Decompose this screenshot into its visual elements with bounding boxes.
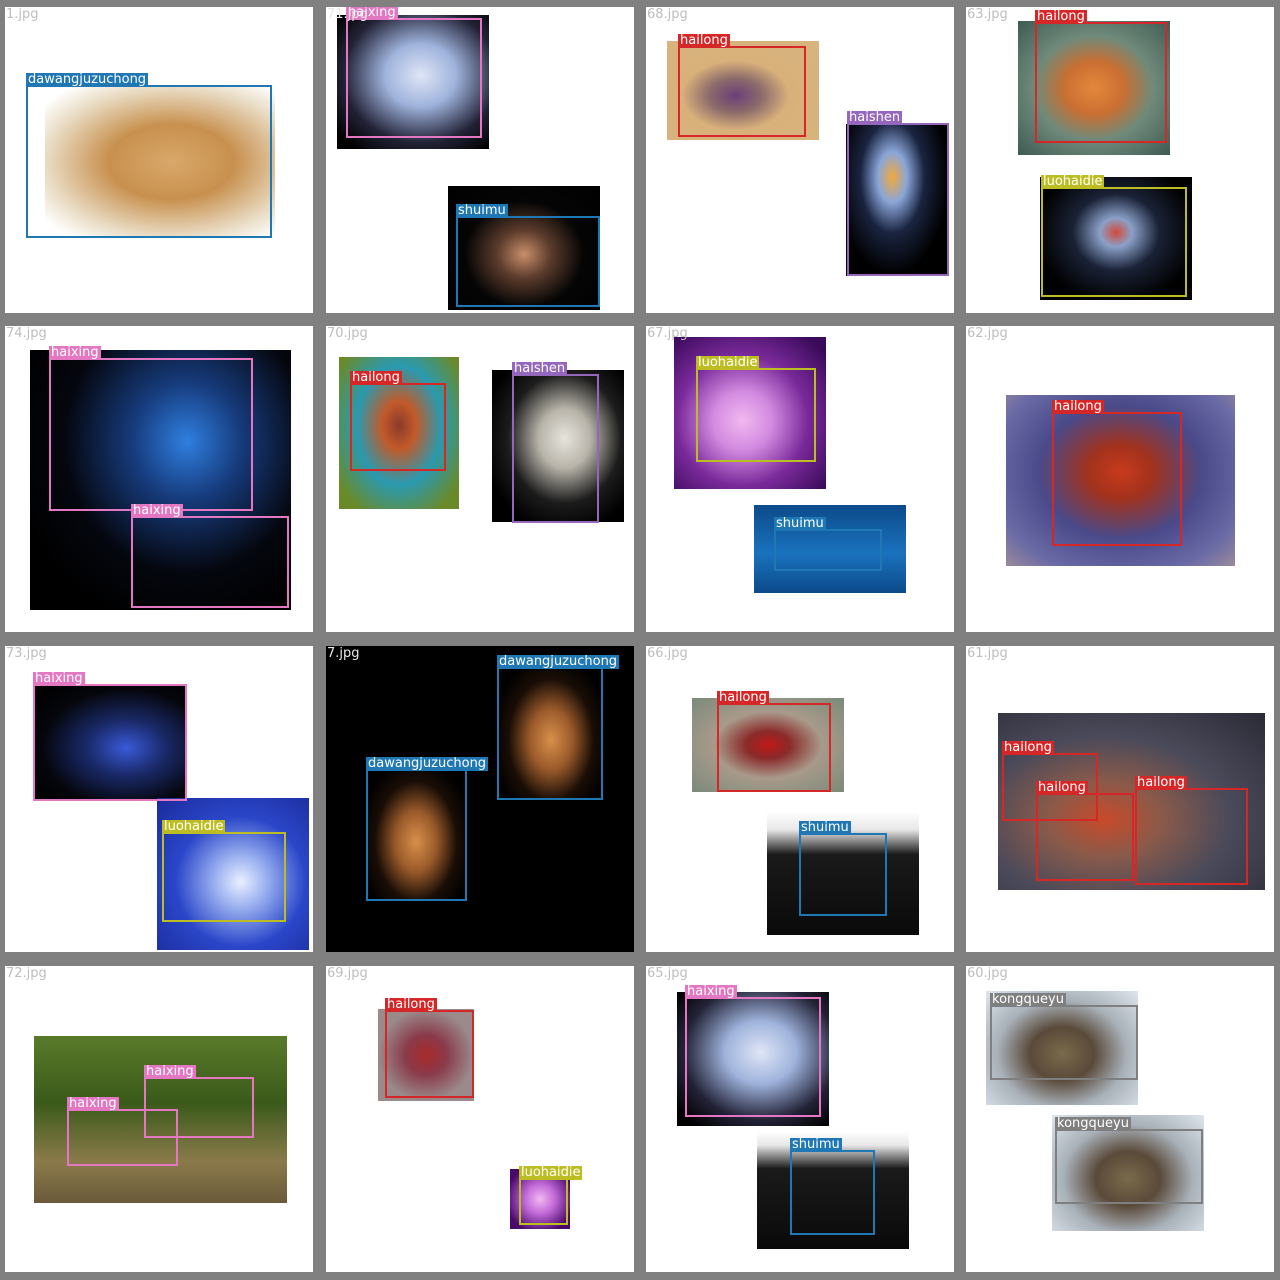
tile-filename: 74.jpg <box>6 326 47 341</box>
detection-label: kongqueyu <box>1055 1116 1131 1131</box>
tile-filename: 7.jpg <box>327 646 360 661</box>
tile-1: 1.jpg dawangjuzuchong <box>5 7 313 313</box>
detection-box: haixing <box>346 7 482 138</box>
tile-67: 67.jpg luohaidie shuimu <box>646 326 954 632</box>
detection-box: dawangjuzuchong <box>497 655 620 800</box>
tile-60: 60.jpg kongqueyu kongqueyu <box>966 966 1274 1272</box>
detection-box: hailong <box>717 691 831 792</box>
detection-box: haixing <box>131 504 289 608</box>
detection-label: shuimu <box>456 203 508 218</box>
tile-filename: 63.jpg <box>967 7 1008 22</box>
tile-filename: 70.jpg <box>327 326 368 341</box>
detection-label: dawangjuzuchong <box>366 756 489 771</box>
detection-box: shuimu <box>456 204 600 307</box>
detection-box: haixing <box>67 1097 178 1166</box>
tile-62: 62.jpg hailong <box>966 326 1274 632</box>
detection-label: shuimu <box>799 820 851 835</box>
detection-box: shuimu <box>774 517 882 571</box>
detection-label: hailong <box>1002 740 1054 755</box>
tile-filename: 66.jpg <box>647 646 688 661</box>
detection-label: haishen <box>512 361 568 376</box>
detection-label: haixing <box>33 671 85 686</box>
tile-63: 63.jpg hailong luohaidie <box>966 7 1274 313</box>
detection-label: hailong <box>1135 775 1187 790</box>
detection-label: luohaidie <box>696 355 760 370</box>
tile-filename: 71.jpg <box>327 7 368 22</box>
detection-box: haixing <box>685 985 821 1117</box>
detection-box: shuimu <box>790 1138 875 1235</box>
detection-box: haixing <box>33 672 187 801</box>
detection-label: haixing <box>685 984 737 999</box>
detection-box: luohaidie <box>696 356 816 462</box>
tile-72: 72.jpg haixing haixing <box>5 966 313 1272</box>
detection-box: dawangjuzuchong <box>366 757 489 901</box>
detection-box: hailong <box>1135 776 1248 885</box>
detection-label: luohaidie <box>1041 174 1105 189</box>
detection-label: kongqueyu <box>990 992 1066 1007</box>
tile-filename: 65.jpg <box>647 966 688 981</box>
detection-label: haishen <box>847 110 903 125</box>
detection-box: dawangjuzuchong <box>26 73 272 238</box>
detection-label: hailong <box>1052 399 1104 414</box>
tile-filename: 68.jpg <box>647 7 688 22</box>
detection-box: haishen <box>512 362 599 523</box>
tile-filename: 67.jpg <box>647 326 688 341</box>
tile-filename: 1.jpg <box>6 7 39 22</box>
tile-filename: 73.jpg <box>6 646 47 661</box>
tile-filename: 60.jpg <box>967 966 1008 981</box>
tile-65: 65.jpg haixing shuimu <box>646 966 954 1272</box>
detection-box: kongqueyu <box>1055 1117 1203 1204</box>
detection-box: hailong <box>1052 400 1182 546</box>
tile-73: 73.jpg haixing luohaidie <box>5 646 313 952</box>
detection-label: hailong <box>678 33 730 48</box>
detection-label: hailong <box>717 690 769 705</box>
detection-box: luohaidie <box>519 1166 583 1225</box>
tile-74: 74.jpg haixing haixing <box>5 326 313 632</box>
detection-label: luohaidie <box>162 819 226 834</box>
detection-box: luohaidie <box>162 820 286 922</box>
detection-label: luohaidie <box>519 1165 583 1180</box>
detection-box: hailong <box>350 371 446 471</box>
detection-box: hailong <box>678 34 806 137</box>
tile-61: 61.jpg hailong hailong hailong <box>966 646 1274 952</box>
detection-label: haixing <box>131 503 183 518</box>
detection-box: hailong <box>385 998 474 1098</box>
tile-70: 70.jpg hailong haishen <box>326 326 634 632</box>
detection-label: hailong <box>1036 780 1088 795</box>
detection-box: hailong <box>1035 10 1167 143</box>
detection-box: haishen <box>847 111 949 276</box>
tile-66: 66.jpg hailong shuimu <box>646 646 954 952</box>
detection-box: luohaidie <box>1041 175 1187 297</box>
tile-7: 7.jpg dawangjuzuchong dawangjuzuchong <box>326 646 634 952</box>
detection-label: shuimu <box>790 1137 842 1152</box>
detection-label: dawangjuzuchong <box>497 654 620 669</box>
detection-label: hailong <box>385 997 437 1012</box>
detection-box: haixing <box>49 346 253 511</box>
detection-box: kongqueyu <box>990 993 1138 1080</box>
detection-box: shuimu <box>799 821 887 916</box>
tile-71: 71.jpg haixing shuimu <box>326 7 634 313</box>
tile-filename: 62.jpg <box>967 326 1008 341</box>
tile-filename: 69.jpg <box>327 966 368 981</box>
detection-label: shuimu <box>774 516 826 531</box>
detection-label: haixing <box>49 345 101 360</box>
tile-filename: 72.jpg <box>6 966 47 981</box>
detection-box: hailong <box>1036 781 1134 881</box>
tile-69: 69.jpg hailong luohaidie <box>326 966 634 1272</box>
detection-label: hailong <box>350 370 402 385</box>
tile-filename: 61.jpg <box>967 646 1008 661</box>
detection-label: haixing <box>67 1096 119 1111</box>
detection-label: haixing <box>144 1064 196 1079</box>
detection-mosaic: 1.jpg dawangjuzuchong 71.jpg haixing shu… <box>0 0 1280 1280</box>
detection-label: dawangjuzuchong <box>26 72 149 87</box>
detection-label: hailong <box>1035 9 1087 24</box>
tile-68: 68.jpg hailong haishen <box>646 7 954 313</box>
